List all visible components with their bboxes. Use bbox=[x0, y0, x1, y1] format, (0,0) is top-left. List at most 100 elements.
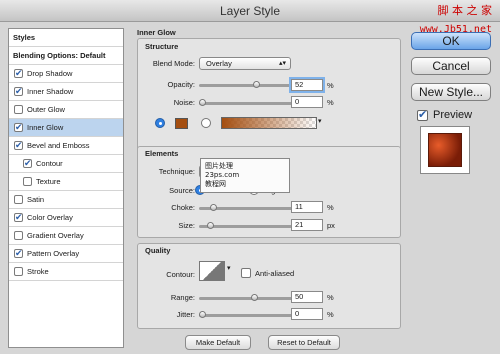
styles-sidebar: Styles Blending Options: Default Drop Shad… bbox=[8, 28, 124, 348]
chevron-updown-icon: ▴▾ bbox=[278, 60, 286, 67]
sidebar-item[interactable]: Inner Glow bbox=[9, 119, 123, 137]
sidebar-item-label: Blending Options: Default bbox=[13, 51, 106, 60]
sidebar-item-checkbox[interactable] bbox=[14, 267, 23, 276]
sidebar-item[interactable]: Styles bbox=[9, 29, 123, 47]
sidebar-item-label: Inner Glow bbox=[27, 123, 64, 132]
sidebar-item[interactable]: Texture bbox=[9, 173, 123, 191]
blend-mode-select[interactable]: Overlay ▴▾ bbox=[199, 57, 291, 70]
style-preview-thumbnail bbox=[420, 126, 470, 174]
sidebar-item-checkbox[interactable] bbox=[14, 68, 23, 79]
sidebar-item-checkbox[interactable] bbox=[14, 212, 23, 223]
title-bar: Layer Style 脚 本 之 家 bbox=[0, 0, 500, 22]
blend-mode-value: Overlay bbox=[206, 59, 232, 68]
sidebar-item-checkbox[interactable] bbox=[14, 122, 23, 133]
sidebar-item-label: Contour bbox=[36, 159, 63, 168]
jitter-label: Jitter: bbox=[176, 310, 195, 319]
sidebar-item[interactable]: Color Overlay bbox=[9, 209, 123, 227]
cancel-button[interactable]: Cancel bbox=[411, 57, 491, 75]
noise-label: Noise: bbox=[173, 98, 195, 107]
sidebar-item[interactable]: Stroke bbox=[9, 263, 123, 281]
choke-label: Choke: bbox=[171, 203, 195, 212]
chevron-down-icon[interactable]: ▾ bbox=[227, 264, 231, 272]
choke-slider-knob[interactable] bbox=[210, 204, 217, 211]
sidebar-item[interactable]: Inner Shadow bbox=[9, 83, 123, 101]
jitter-slider-knob[interactable] bbox=[199, 311, 206, 318]
new-style-button[interactable]: New Style... bbox=[411, 83, 491, 101]
sidebar-item[interactable]: Blending Options: Default bbox=[9, 47, 123, 65]
panel-title: Inner Glow bbox=[137, 28, 176, 37]
choke-field[interactable]: 11 bbox=[291, 201, 323, 213]
chevron-down-icon[interactable]: ▾ bbox=[318, 117, 322, 125]
anti-aliased-checkbox[interactable] bbox=[241, 268, 251, 278]
sidebar-item-label: Texture bbox=[36, 177, 61, 186]
watermark-text: 脚 本 之 家 bbox=[437, 4, 493, 17]
sidebar-item[interactable]: Contour bbox=[9, 155, 123, 173]
color-radio[interactable] bbox=[155, 118, 165, 128]
sidebar-item-checkbox[interactable] bbox=[14, 231, 23, 240]
watermark-overlay-line1: 图片处理 bbox=[205, 162, 233, 170]
size-label: Size: bbox=[178, 221, 195, 230]
sidebar-item-label: Pattern Overlay bbox=[27, 249, 80, 258]
sidebar-item-label: Gradient Overlay bbox=[27, 231, 84, 240]
source-label: Source: bbox=[169, 186, 195, 195]
window-title: Layer Style bbox=[219, 4, 281, 18]
technique-label: Technique: bbox=[158, 167, 195, 176]
sidebar-item-label: Color Overlay bbox=[27, 213, 73, 222]
glow-color-swatch[interactable] bbox=[175, 118, 188, 129]
range-field[interactable]: 50 bbox=[291, 291, 323, 303]
range-unit: % bbox=[327, 293, 334, 302]
jitter-field[interactable]: 0 bbox=[291, 308, 323, 320]
ok-button[interactable]: OK bbox=[411, 32, 491, 50]
make-default-button[interactable]: Make Default bbox=[185, 335, 251, 350]
reset-to-default-button[interactable]: Reset to Default bbox=[268, 335, 340, 350]
sidebar-item[interactable]: Outer Glow bbox=[9, 101, 123, 119]
anti-aliased-label: Anti-aliased bbox=[255, 269, 295, 278]
structure-title: Structure bbox=[145, 42, 179, 51]
size-unit: px bbox=[327, 221, 335, 230]
sidebar-item-checkbox[interactable] bbox=[14, 105, 23, 114]
watermark-overlay: 图片处理 23ps.com 教程网 bbox=[200, 158, 290, 193]
opacity-field[interactable]: 52 bbox=[291, 79, 323, 91]
sidebar-item[interactable]: Bevel and Emboss bbox=[9, 137, 123, 155]
preview-checkbox[interactable] bbox=[417, 108, 428, 121]
sidebar-item-label: Bevel and Emboss bbox=[27, 141, 90, 150]
watermark-overlay-line2: 23ps.com bbox=[205, 171, 240, 179]
preview-label: Preview bbox=[433, 109, 473, 121]
preview-swatch bbox=[428, 133, 462, 167]
sidebar-item[interactable]: Gradient Overlay bbox=[9, 227, 123, 245]
sidebar-item-label: Satin bbox=[27, 195, 45, 204]
sidebar-item-checkbox[interactable] bbox=[14, 140, 23, 151]
quality-title: Quality bbox=[145, 246, 171, 255]
sidebar-item[interactable]: Satin bbox=[9, 191, 123, 209]
sidebar-item-checkbox[interactable] bbox=[23, 177, 32, 186]
contour-thumbnail[interactable] bbox=[199, 261, 225, 281]
sidebar-item-label: Outer Glow bbox=[27, 105, 65, 114]
contour-label: Contour: bbox=[166, 270, 195, 279]
size-slider-knob[interactable] bbox=[207, 222, 214, 229]
sidebar-item-checkbox[interactable] bbox=[14, 86, 23, 97]
opacity-slider-knob[interactable] bbox=[253, 81, 260, 88]
sidebar-item[interactable]: Pattern Overlay bbox=[9, 245, 123, 263]
gradient-radio[interactable] bbox=[201, 118, 211, 128]
opacity-label: Opacity: bbox=[167, 80, 195, 89]
sidebar-item-label: Drop Shadow bbox=[27, 69, 73, 78]
elements-title: Elements bbox=[145, 149, 179, 158]
sidebar-item-label: Stroke bbox=[27, 267, 49, 276]
sidebar-item-checkbox[interactable] bbox=[14, 248, 23, 259]
sidebar-item-checkbox[interactable] bbox=[23, 158, 32, 169]
noise-field[interactable]: 0 bbox=[291, 96, 323, 108]
range-label: Range: bbox=[170, 293, 195, 302]
watermark-overlay-line3: 教程网 bbox=[205, 180, 226, 188]
choke-unit: % bbox=[327, 203, 334, 212]
range-slider-knob[interactable] bbox=[251, 294, 258, 301]
sidebar-item-label: Inner Shadow bbox=[27, 87, 74, 96]
glow-gradient-picker[interactable] bbox=[221, 117, 317, 129]
sidebar-item-label: Styles bbox=[13, 33, 36, 42]
noise-unit: % bbox=[327, 98, 334, 107]
jitter-unit: % bbox=[327, 310, 334, 319]
sidebar-item[interactable]: Drop Shadow bbox=[9, 65, 123, 83]
sidebar-item-checkbox[interactable] bbox=[14, 195, 23, 204]
size-field[interactable]: 21 bbox=[291, 219, 323, 231]
blend-mode-label: Blend Mode: bbox=[152, 59, 195, 68]
noise-slider-knob[interactable] bbox=[199, 99, 206, 106]
